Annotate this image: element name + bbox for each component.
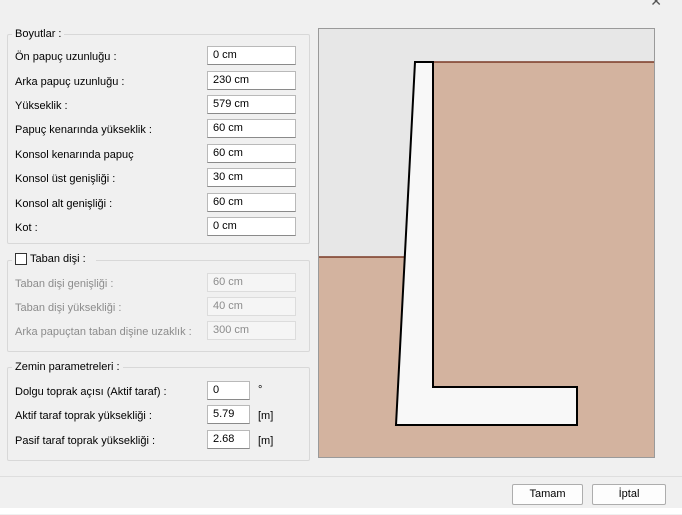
close-icon[interactable]: ✕	[650, 0, 662, 8]
fill-angle-unit: °	[258, 384, 263, 396]
shear-key-width-input[interactable]: 60 cm	[207, 273, 296, 292]
stem-bottom-width-label: Konsol alt genişliği :	[15, 198, 113, 210]
soil-params-group-title: Zemin parametreleri :	[12, 361, 123, 373]
footing-edge-height-input[interactable]: 60 cm	[207, 119, 296, 138]
stem-edge-footing-input[interactable]: 60 cm	[207, 144, 296, 163]
cancel-button[interactable]: İptal	[592, 484, 666, 505]
front-toe-length-input[interactable]: 0 cm	[207, 46, 296, 65]
stem-top-width-input[interactable]: 30 cm	[207, 168, 296, 187]
wall-preview-drawing	[319, 29, 654, 457]
back-heel-length-label: Arka papuç uzunluğu :	[15, 76, 125, 88]
dimensions-group	[7, 34, 310, 244]
dimensions-group-title: Boyutlar :	[12, 28, 65, 40]
back-heel-length-input[interactable]: 230 cm	[207, 71, 296, 90]
active-soil-height-unit: [m]	[258, 410, 274, 422]
active-soil-height-input[interactable]: 5.79	[207, 405, 250, 424]
shear-key-title: Taban dişi :	[30, 253, 86, 265]
fill-angle-label: Dolgu toprak açısı (Aktif taraf) :	[15, 386, 167, 398]
elevation-input[interactable]: 0 cm	[207, 217, 296, 236]
shear-key-distance-input[interactable]: 300 cm	[207, 321, 296, 340]
elevation-label: Kot :	[15, 222, 38, 234]
title-bar: ✕	[0, 0, 682, 26]
shear-key-checkbox[interactable]	[15, 253, 27, 265]
footing-edge-height-label: Papuç kenarında yükseklik :	[15, 124, 152, 136]
wall-preview	[318, 28, 655, 458]
stem-top-width-label: Konsol üst genişliği :	[15, 173, 116, 185]
active-soil-height-label: Aktif taraf toprak yüksekliği :	[15, 410, 152, 422]
fill-angle-input[interactable]: 0	[207, 381, 250, 400]
background-strip	[0, 508, 682, 514]
shear-key-distance-label: Arka papuçtan taban dişine uzaklık :	[15, 326, 192, 338]
shear-key-height-label: Taban dişi yüksekliği :	[15, 302, 122, 314]
height-input[interactable]: 579 cm	[207, 95, 296, 114]
shear-key-width-label: Taban dişi genişliği :	[15, 278, 114, 290]
passive-soil-height-unit: [m]	[258, 435, 274, 447]
passive-soil-height-input[interactable]: 2.68	[207, 430, 250, 449]
shear-key-group-header: Taban dişi :	[12, 253, 96, 267]
shear-key-height-input[interactable]: 40 cm	[207, 297, 296, 316]
stem-bottom-width-input[interactable]: 60 cm	[207, 193, 296, 212]
stem-edge-footing-label: Konsol kenarında papuç	[15, 149, 134, 161]
height-label: Yükseklik :	[15, 100, 68, 112]
front-toe-length-label: Ön papuç uzunluğu :	[15, 51, 117, 63]
passive-soil-height-label: Pasif taraf toprak yüksekliği :	[15, 435, 156, 447]
ok-button[interactable]: Tamam	[512, 484, 583, 505]
